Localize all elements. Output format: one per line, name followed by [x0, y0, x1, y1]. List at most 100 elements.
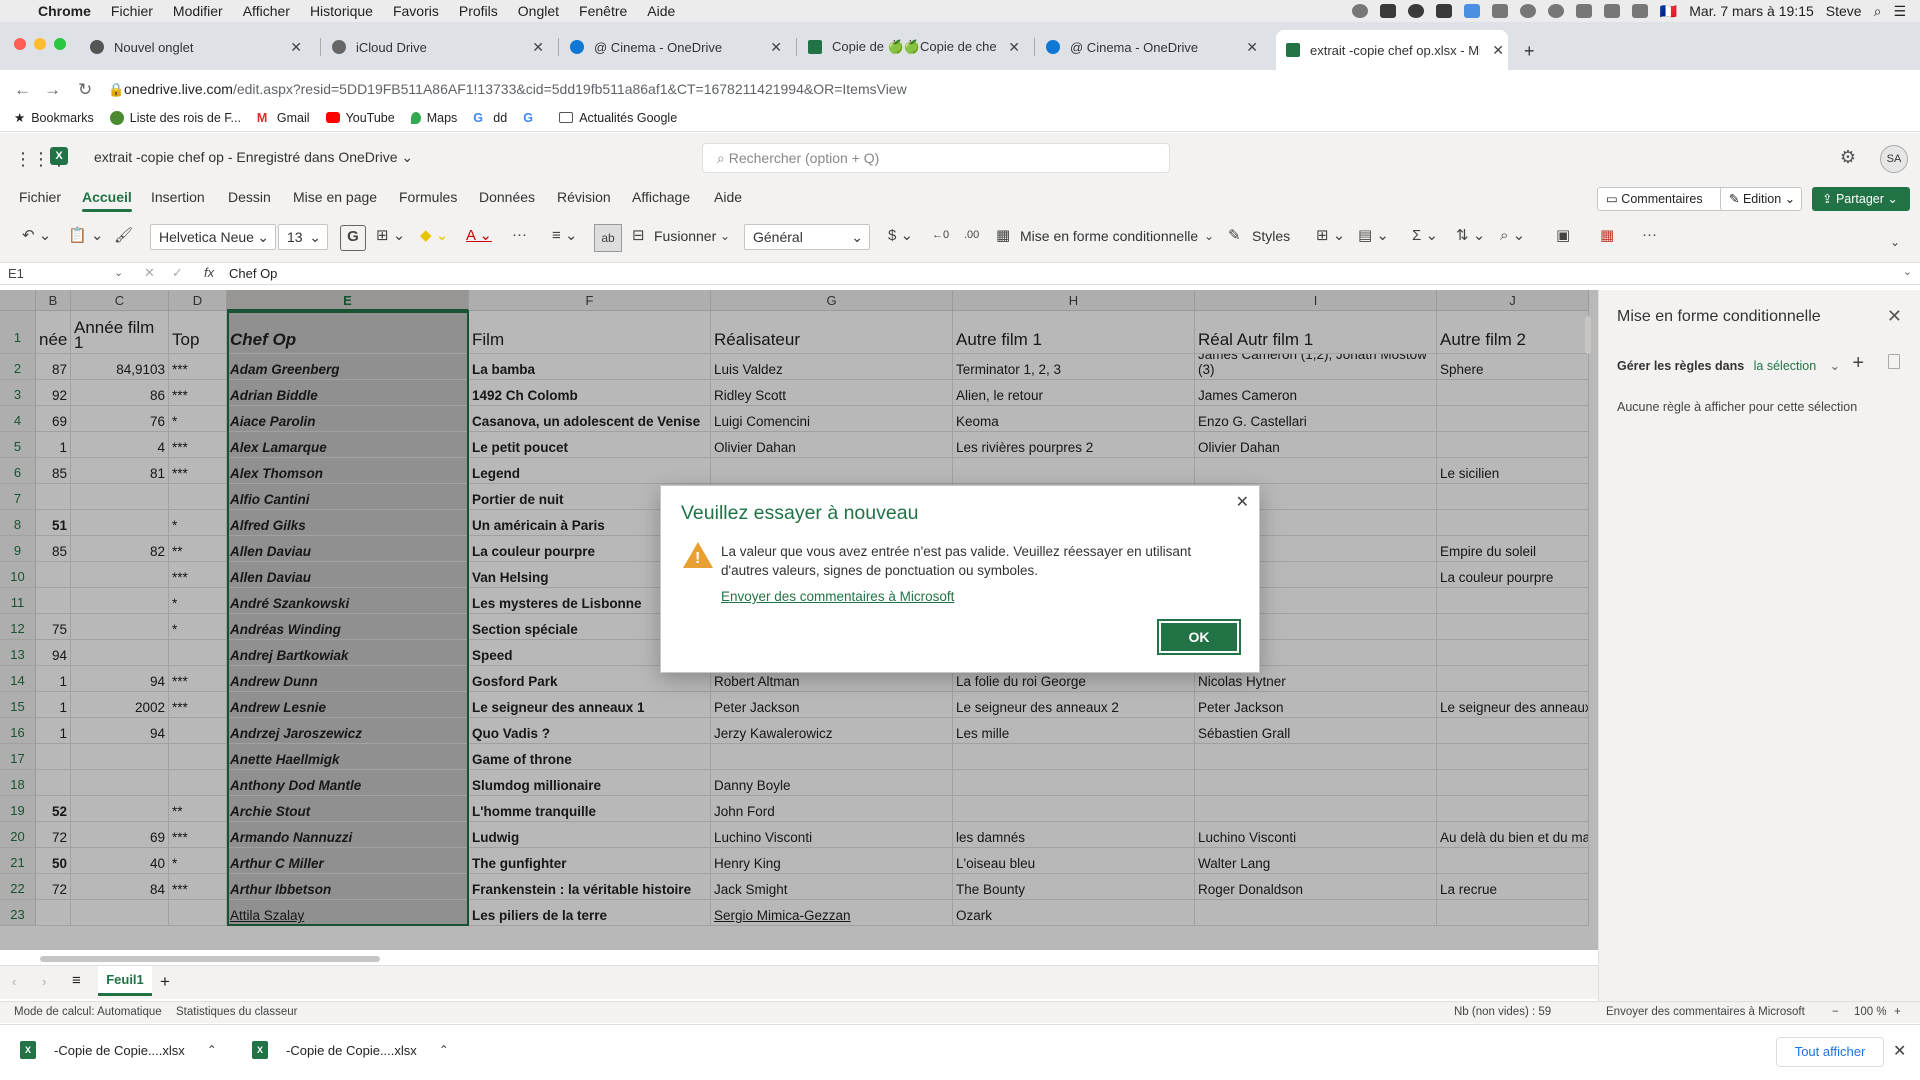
addins-icon[interactable]: ▦ [1600, 226, 1614, 244]
calc-mode[interactable]: Mode de calcul: Automatique [14, 1006, 162, 1018]
undo-icon[interactable]: ↶ ⌄ [22, 226, 51, 244]
menu-fichier[interactable]: Fichier [111, 3, 153, 19]
expand-formula-icon[interactable]: ⌄ [1903, 265, 1912, 278]
zoom-in-icon[interactable]: + [1894, 1006, 1901, 1018]
chevron-down-icon[interactable]: ⌄ [720, 229, 730, 243]
more-options-icon[interactable]: ··· [1642, 226, 1657, 243]
reload-icon[interactable]: ↻ [78, 80, 92, 100]
tab-accueil[interactable]: Accueil [82, 189, 132, 212]
styles-label[interactable]: Styles [1252, 228, 1290, 244]
feedback-link[interactable]: Envoyer des commentaires à Microsoft [721, 589, 954, 604]
insert-cells-icon[interactable]: ▤ ⌄ [1358, 226, 1389, 244]
ok-button[interactable]: OK [1157, 619, 1241, 655]
back-icon[interactable]: ← [14, 80, 31, 100]
analyze-icon[interactable]: ▣ [1556, 226, 1570, 244]
tab-mise-en-page[interactable]: Mise en page [293, 189, 377, 205]
bookmark-rois[interactable]: Liste des rois de F... [109, 110, 241, 125]
close-tab-icon[interactable]: ✕ [1008, 39, 1020, 56]
tab-affichage[interactable]: Affichage [632, 189, 690, 205]
vertical-scrollbar[interactable] [1585, 316, 1591, 354]
font-family-select[interactable]: Helvetica Neue ⌄ [150, 224, 276, 250]
zoom-window-button[interactable] [54, 38, 66, 50]
tab-insertion[interactable]: Insertion [151, 189, 205, 205]
download-item[interactable]: X -Copie de Copie....xlsx ⌃ [20, 1041, 217, 1059]
fx-icon[interactable]: fx [204, 265, 214, 280]
minimize-window-button[interactable] [34, 38, 46, 50]
number-format-select[interactable]: Général ⌄ [744, 224, 870, 250]
add-sheet-icon[interactable]: + [160, 972, 170, 992]
merge-label[interactable]: Fusionner [654, 228, 716, 244]
excel-logo-icon[interactable]: X [50, 147, 68, 165]
search-input[interactable]: ⌕ Rechercher (option + Q) [702, 143, 1170, 173]
format-table-icon[interactable]: ⊞ ⌄ [1316, 226, 1345, 244]
bookmark-actualites[interactable]: Actualités Google [559, 111, 677, 125]
sheet-tab-feuil1[interactable]: Feuil1 [98, 966, 152, 996]
download-item[interactable]: X -Copie de Copie....xlsx ⌃ [252, 1041, 449, 1059]
menubar-datetime[interactable]: Mar. 7 mars à 19:15 [1689, 3, 1814, 19]
prev-sheet-icon[interactable]: ‹ [12, 974, 16, 989]
bookmark-maps[interactable]: Maps [410, 111, 457, 125]
all-sheets-icon[interactable]: ≡ [72, 972, 81, 989]
flag-icon[interactable]: 🇫🇷 [1660, 3, 1677, 20]
menu-historique[interactable]: Historique [310, 3, 373, 19]
bookmark-dd[interactable]: Gdd [473, 111, 507, 125]
tab-aide[interactable]: Aide [714, 189, 742, 205]
comments-button[interactable]: ▭ Commentaires [1597, 187, 1733, 211]
find-icon[interactable]: ⌕ ⌄ [1500, 226, 1525, 244]
next-sheet-icon[interactable]: › [42, 974, 46, 989]
forward-icon[interactable]: → [44, 80, 61, 100]
add-rule-icon[interactable]: + [1852, 352, 1864, 375]
control-center-icon[interactable]: ☰ [1893, 3, 1906, 20]
format-painter-icon[interactable]: 🖌 [114, 226, 133, 244]
chevron-down-icon[interactable]: ⌄ [1830, 359, 1840, 373]
chevron-down-icon[interactable]: ⌄ [1204, 229, 1214, 243]
fill-color-icon[interactable]: ◆ ⌄ [420, 226, 448, 244]
conditional-format-icon[interactable]: ▦ [996, 226, 1010, 244]
more-icon[interactable]: ··· [512, 226, 527, 243]
lock-icon[interactable]: 🔒 [108, 82, 124, 98]
show-all-downloads-button[interactable]: Tout afficher [1776, 1037, 1884, 1067]
menu-profils[interactable]: Profils [459, 3, 498, 19]
name-box[interactable]: E1 [8, 266, 126, 281]
trash-icon[interactable] [1888, 354, 1900, 369]
tab-icloud-drive[interactable]: iCloud Drive ✕ [332, 32, 548, 62]
tab-revision[interactable]: Révision [557, 189, 611, 205]
help-status-icon[interactable] [1351, 4, 1368, 18]
paste-icon[interactable]: 📋 ⌄ [68, 226, 103, 244]
bookmark-gmail[interactable]: M Gmail [257, 111, 310, 125]
workbook-stats[interactable]: Statistiques du classeur [176, 1006, 297, 1018]
menu-onglet[interactable]: Onglet [518, 3, 559, 19]
wrap-text-icon[interactable]: ab [594, 224, 622, 252]
chevron-up-icon[interactable]: ⌃ [439, 1043, 449, 1057]
accessibility-icon[interactable] [1519, 4, 1536, 18]
sort-filter-icon[interactable]: ⇅ ⌄ [1456, 226, 1485, 244]
font-size-select[interactable]: 13 ⌄ [278, 224, 328, 250]
close-tab-icon[interactable]: ✕ [770, 39, 782, 56]
close-icon[interactable]: ✕ [1236, 492, 1249, 512]
tab-dessin[interactable]: Dessin [228, 189, 271, 205]
collapse-ribbon-icon[interactable]: ⌄ [1890, 235, 1900, 249]
time-machine-icon[interactable] [1547, 4, 1564, 18]
menu-modifier[interactable]: Modifier [173, 3, 223, 19]
close-tab-icon[interactable]: ✕ [532, 39, 544, 56]
menu-fenetre[interactable]: Fenêtre [579, 3, 627, 19]
chevron-down-icon[interactable]: ⌄ [114, 266, 123, 279]
formula-input[interactable]: Chef Op [229, 266, 277, 281]
tab-formules[interactable]: Formules [399, 189, 457, 205]
menu-app-name[interactable]: Chrome [38, 3, 91, 19]
drive-status-icon[interactable] [1435, 4, 1452, 18]
new-tab-button[interactable]: + [1524, 36, 1535, 66]
bookmark-bookmarks[interactable]: ★ Bookmarks [14, 110, 94, 126]
tab-donnees[interactable]: Données [479, 189, 535, 205]
bookmark-google[interactable]: G [523, 111, 543, 125]
tab-fichier[interactable]: Fichier [19, 189, 61, 205]
merge-icon[interactable]: ⊟ [632, 226, 645, 244]
status-feedback[interactable]: Envoyer des commentaires à Microsoft [1606, 1006, 1805, 1018]
bluetooth-icon[interactable] [1575, 4, 1592, 18]
a-status-icon[interactable] [1407, 4, 1424, 18]
conditional-format-label[interactable]: Mise en forme conditionnelle [1020, 228, 1198, 244]
menu-afficher[interactable]: Afficher [243, 3, 290, 19]
styles-icon[interactable]: ✎ [1228, 226, 1241, 244]
edition-button[interactable]: ✎ Edition ⌄ [1720, 187, 1802, 211]
decrease-decimal-icon[interactable]: ←0 [932, 229, 949, 241]
